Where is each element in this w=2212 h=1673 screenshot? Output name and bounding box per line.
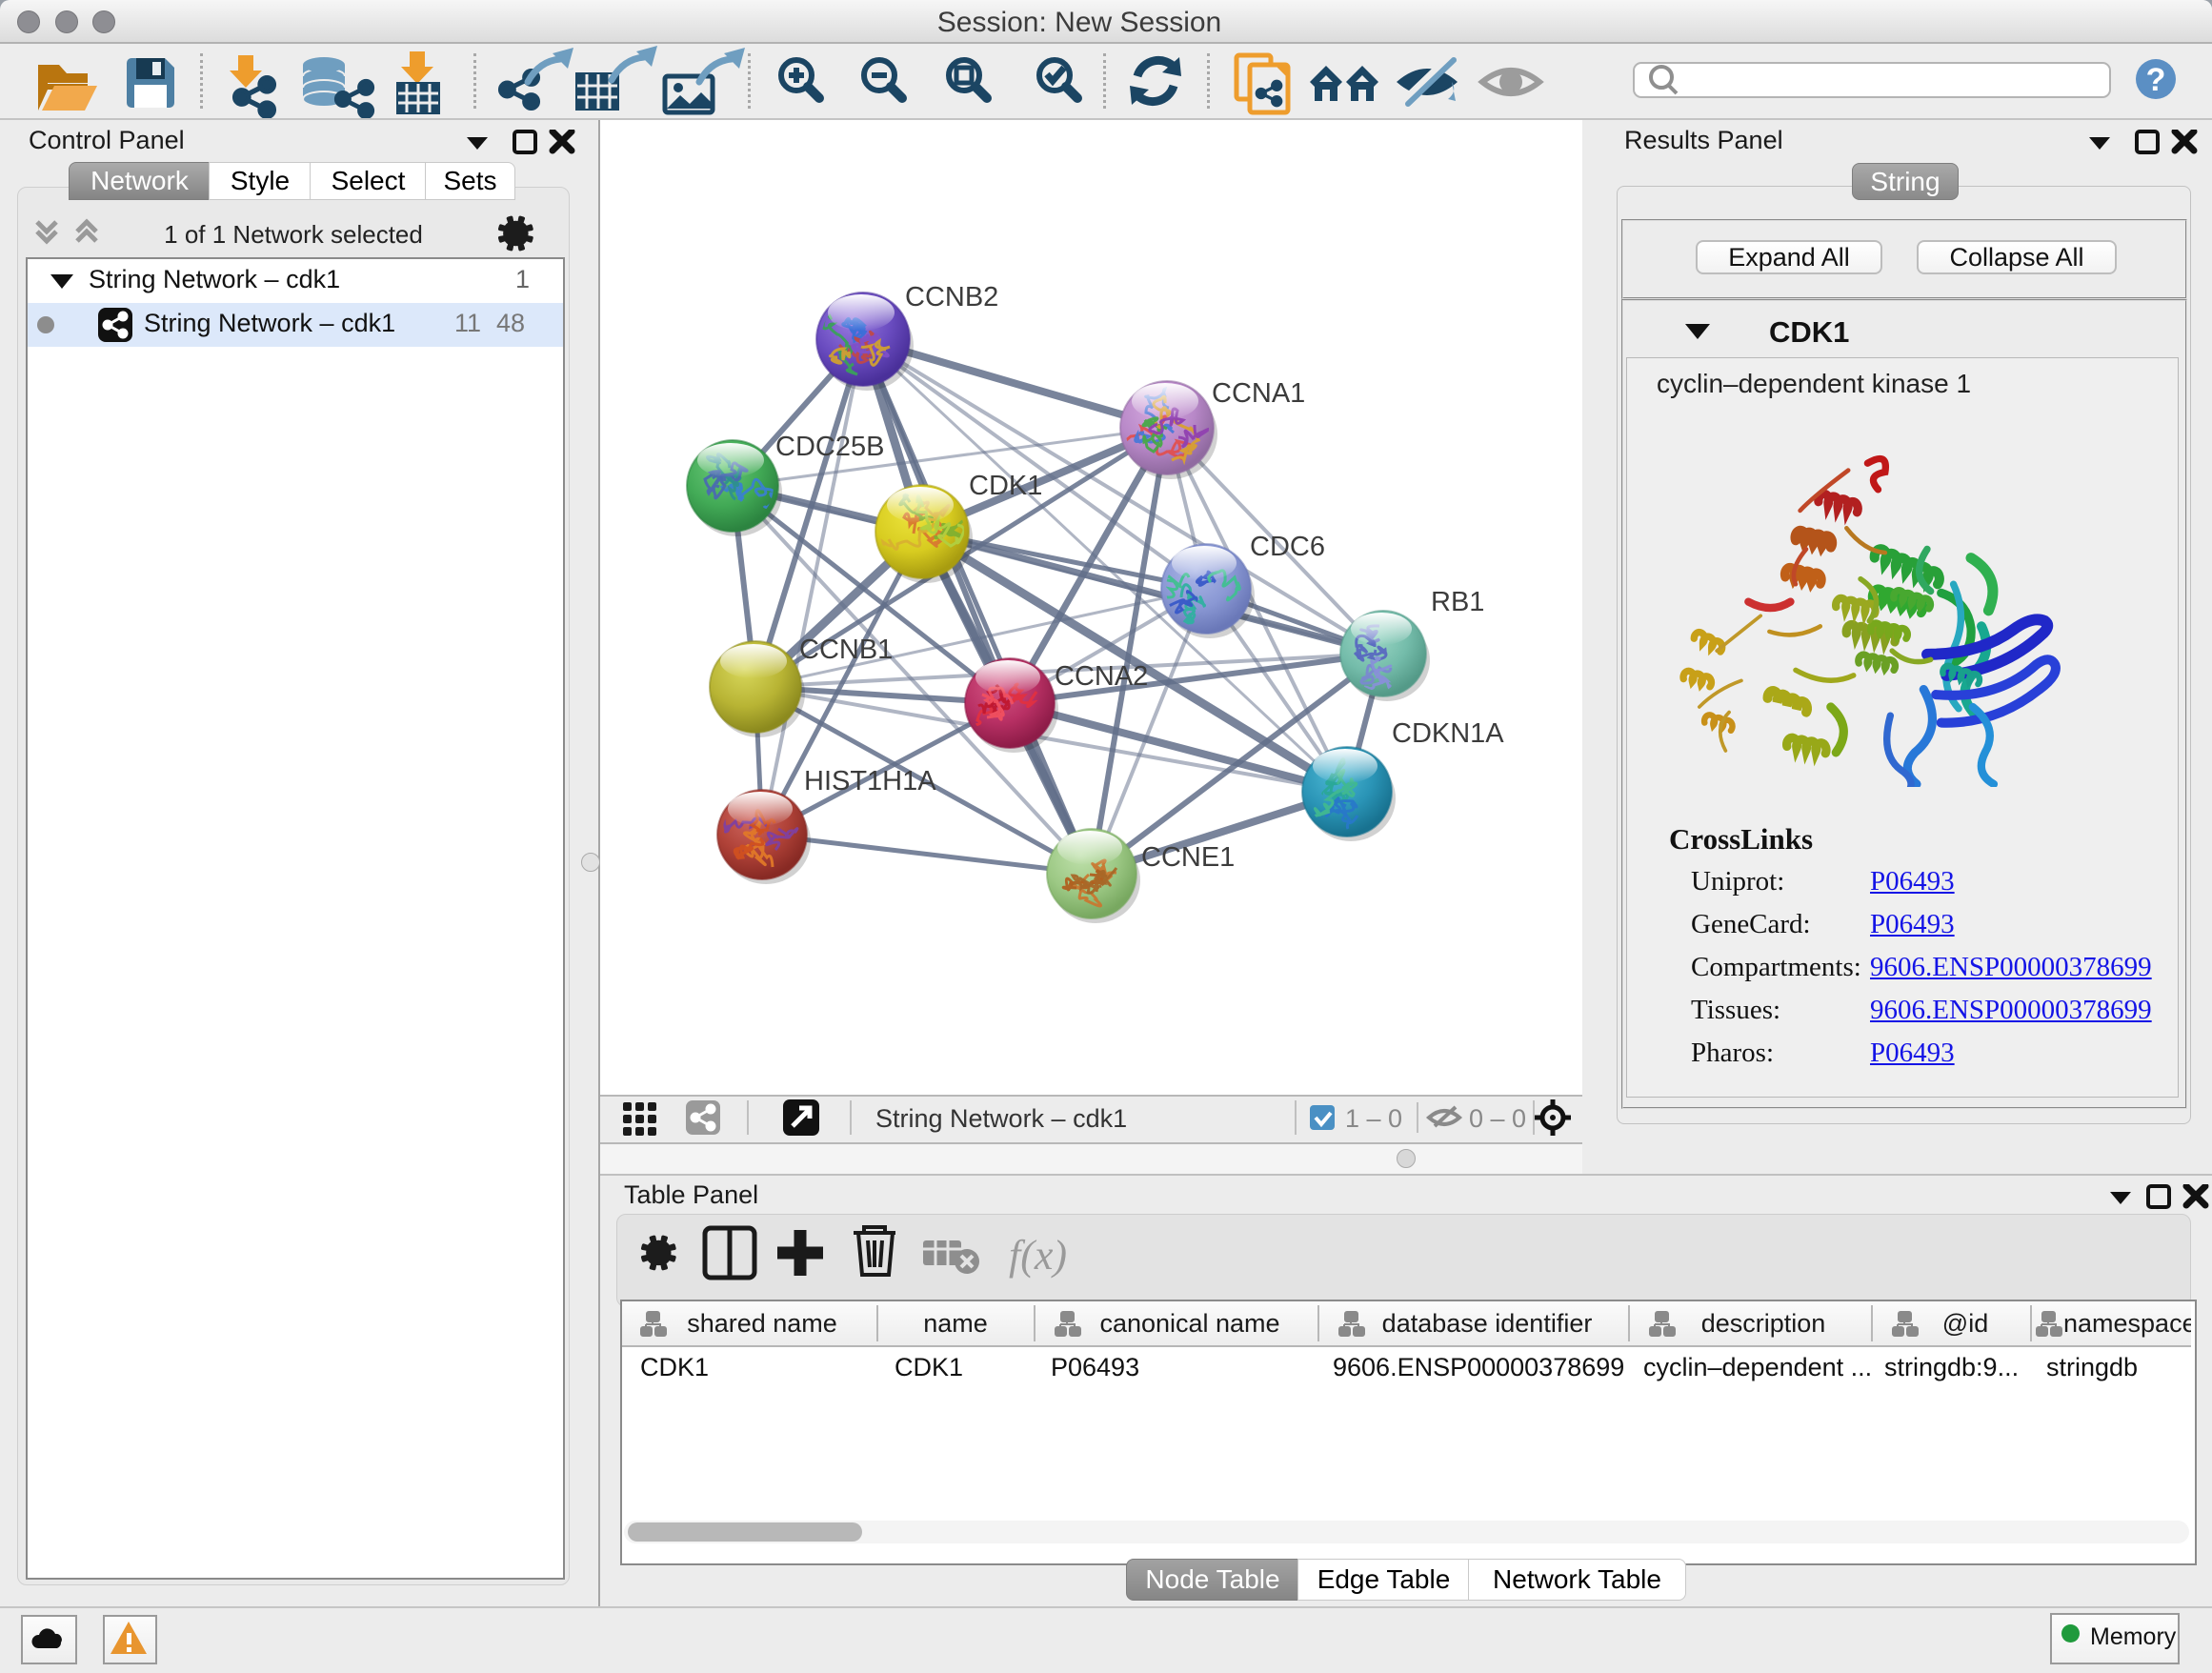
svg-text:CCNE1: CCNE1 bbox=[1141, 842, 1235, 873]
svg-text:0 – 0: 0 – 0 bbox=[1469, 1104, 1526, 1133]
svg-text:database identifier: database identifier bbox=[1382, 1309, 1593, 1338]
svg-text:namespace: namespace bbox=[2063, 1309, 2191, 1338]
svg-text:CCNA1: CCNA1 bbox=[1212, 378, 1305, 409]
svg-text:RB1: RB1 bbox=[1431, 587, 1484, 617]
svg-text:CDC6: CDC6 bbox=[1250, 532, 1325, 562]
svg-text:CCNB2: CCNB2 bbox=[905, 282, 998, 312]
svg-text:CDK1: CDK1 bbox=[969, 471, 1042, 501]
svg-text:?: ? bbox=[2146, 62, 2166, 98]
svg-text:canonical name: canonical name bbox=[1099, 1309, 1279, 1338]
svg-text:shared name: shared name bbox=[687, 1309, 837, 1338]
svg-text:name: name bbox=[923, 1309, 988, 1338]
svg-text:f(x): f(x) bbox=[1009, 1232, 1067, 1279]
svg-text:1 – 0: 1 – 0 bbox=[1345, 1104, 1402, 1133]
svg-text:CDC25B: CDC25B bbox=[775, 432, 884, 462]
svg-text:CCNB1: CCNB1 bbox=[799, 635, 893, 665]
svg-text:@id: @id bbox=[1942, 1309, 1988, 1338]
svg-text:CCNA2: CCNA2 bbox=[1055, 661, 1148, 692]
svg-text:CDKN1A: CDKN1A bbox=[1392, 718, 1504, 749]
svg-text:String Network – cdk1: String Network – cdk1 bbox=[875, 1104, 1127, 1133]
svg-text:description: description bbox=[1701, 1309, 1826, 1338]
svg-text:HIST1H1A: HIST1H1A bbox=[804, 766, 936, 796]
